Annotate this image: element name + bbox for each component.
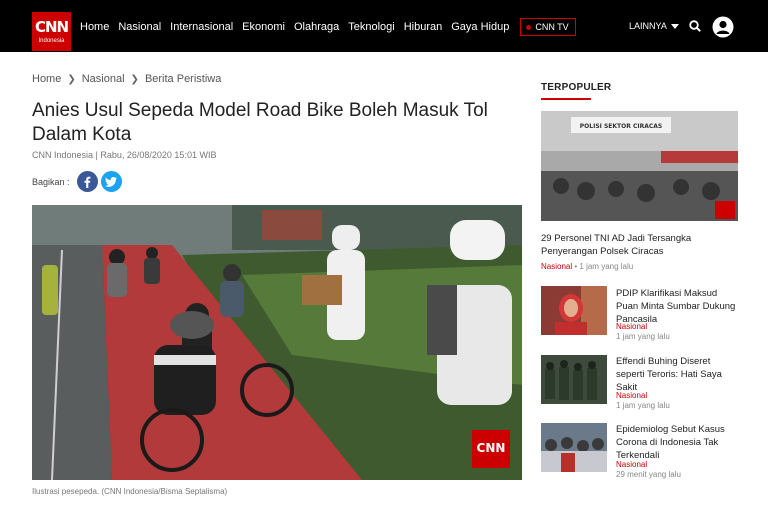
puan-photo — [541, 286, 607, 335]
featured-category[interactable]: Nasional — [541, 262, 572, 271]
article-thumbnail[interactable] — [541, 423, 607, 472]
nav-item-olahraga[interactable]: Olahraga — [294, 21, 339, 33]
nav-item-teknologi[interactable]: Teknologi — [348, 21, 394, 33]
crowd-photo — [541, 423, 607, 472]
featured-thumbnail[interactable]: POLISI SEKTOR CIRACAS — [541, 111, 738, 221]
article-byline: CNN Indonesia | Rabu, 26/08/2020 15:01 W… — [32, 150, 217, 160]
chevron-down-icon — [670, 23, 679, 29]
article-meta-item-2: Nasional 1 jam yang lalu — [616, 391, 670, 411]
article-time-item-1: 1 jam yang lalu — [616, 332, 670, 341]
nav-item-gaya-hidup[interactable]: Gaya Hidup — [451, 21, 509, 33]
chevron-right-icon: ❯ — [67, 73, 76, 85]
article-time-item-2: 1 jam yang lalu — [616, 401, 670, 410]
police-station-photo: POLISI SEKTOR CIRACAS — [541, 111, 738, 221]
article-meta-item-3: Nasional 29 menit yang lalu — [616, 460, 681, 480]
nav-item-hiburan[interactable]: Hiburan — [404, 21, 443, 33]
facebook-share-button[interactable] — [76, 171, 98, 192]
article-thumbnail[interactable] — [541, 286, 607, 335]
breadcrumb-nasional[interactable]: Nasional — [82, 73, 125, 85]
soldiers-photo — [541, 355, 607, 404]
nav-item-home[interactable]: Home — [80, 21, 109, 33]
cnn-indonesia-logo[interactable]: CNN Indonesia — [32, 12, 71, 51]
article-thumbnail[interactable] — [541, 355, 607, 404]
logo-subtext: Indonesia — [38, 38, 65, 44]
more-menu-button[interactable]: LAINNYA — [629, 21, 679, 31]
svg-text:CNN: CNN — [477, 441, 506, 455]
more-menu-label: LAINNYA — [629, 21, 667, 31]
breadcrumb: Home ❯ Nasional ❯ Berita Peristiwa — [32, 73, 221, 85]
article-meta-item-1: Nasional 1 jam yang lalu — [616, 322, 670, 342]
search-icon[interactable] — [689, 20, 701, 32]
police-sign-text: POLISI SEKTOR CIRACAS — [580, 123, 662, 130]
breadcrumb-home[interactable]: Home — [32, 73, 61, 85]
share-bar: Bagikan : — [32, 171, 125, 192]
article-hero-image: CNN — [32, 205, 522, 480]
logo-text: CNN — [34, 18, 69, 36]
featured-article-meta: Nasional • 1 jam yang lalu — [541, 262, 633, 272]
twitter-share-button[interactable] — [100, 171, 122, 192]
twitter-icon — [105, 176, 118, 187]
chevron-right-icon: ❯ — [130, 73, 139, 85]
top-nav: CNN Indonesia Home Nasional Internasiona… — [0, 0, 768, 52]
cyclists-photo: CNN — [32, 205, 522, 480]
image-caption: Ilustrasi pesepeda. (CNN Indonesia/Bisma… — [32, 487, 228, 496]
user-account-icon[interactable] — [712, 16, 734, 38]
nav-item-ekonomi[interactable]: Ekonomi — [242, 21, 285, 33]
facebook-icon — [84, 176, 91, 188]
main-menu: Home Nasional Internasional Ekonomi Olah… — [80, 17, 576, 37]
article-category-item-1[interactable]: Nasional — [616, 322, 670, 332]
cnn-tv-button[interactable]: CNN TV — [520, 18, 576, 36]
nav-item-nasional[interactable]: Nasional — [118, 21, 161, 33]
sidebar-heading: TERPOPULER — [541, 82, 612, 93]
featured-article-title[interactable]: 29 Personel TNI AD Jadi Tersangka Penyer… — [541, 232, 731, 258]
cnn-tv-label: CNN TV — [535, 22, 569, 32]
breadcrumb-berita-peristiwa[interactable]: Berita Peristiwa — [145, 73, 221, 85]
heading-underline — [541, 98, 591, 100]
article-category-item-3[interactable]: Nasional — [616, 460, 681, 470]
article-time-item-3: 29 menit yang lalu — [616, 470, 681, 479]
article-title-item-1[interactable]: PDIP Klarifikasi Maksud Puan Minta Sumba… — [616, 287, 736, 326]
live-dot-icon — [526, 24, 532, 30]
article-title: Anies Usul Sepeda Model Road Bike Boleh … — [32, 100, 488, 145]
article-category-item-2[interactable]: Nasional — [616, 391, 670, 401]
share-label: Bagikan : — [32, 176, 70, 187]
article-title-item-2[interactable]: Effendi Buhing Diseret seperti Teroris: … — [616, 355, 736, 394]
featured-time: • 1 jam yang lalu — [574, 262, 634, 271]
nav-item-internasional[interactable]: Internasional — [170, 21, 233, 33]
article-title-item-3[interactable]: Epidemiolog Sebut Kasus Corona di Indone… — [616, 423, 736, 462]
